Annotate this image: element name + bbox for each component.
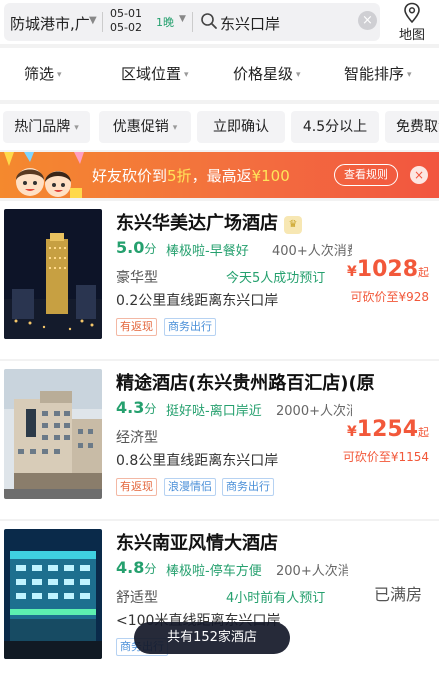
hot-brands-label: 热门品牌 xyxy=(14,119,71,135)
filter-button[interactable]: 筛选 ▾ xyxy=(24,63,62,84)
smart-sort-label: 智能排序 xyxy=(344,65,405,83)
chevron-down-icon: ▼ xyxy=(89,15,97,26)
business-trip-tag: 商务出行 xyxy=(222,478,274,496)
search-input[interactable]: 东兴口岸 xyxy=(220,13,280,34)
hotel-card[interactable]: 精途酒店(东兴贵州路百汇店)(原 4.3分 挺好哒-离口岸近 2000+人次消费… xyxy=(0,361,439,519)
sold-out-status: 已满房 xyxy=(374,585,423,604)
close-icon[interactable]: × xyxy=(410,166,428,184)
promotions-tag[interactable]: 优惠促销 ▾ xyxy=(99,111,191,143)
search-bar: 防城港市,广 ▼ 05-01 05-02 1晚 ▼ 东兴口岸 × 地图 xyxy=(0,0,439,44)
area-location-button[interactable]: 区域位置 ▾ xyxy=(121,63,189,84)
chevron-down-icon: ▾ xyxy=(74,123,79,133)
hotel-score: 5.0分 xyxy=(116,238,157,257)
hotel-count-pill: 共有152家酒店 xyxy=(134,622,290,654)
hotel-name: 东兴南亚风情大酒店 xyxy=(116,533,278,554)
banner-text: 好友砍价到5折，最高返¥100 xyxy=(92,167,290,185)
divider xyxy=(102,12,103,32)
map-label: 地图 xyxy=(398,28,425,43)
chevron-down-icon: ▾ xyxy=(407,70,412,80)
chevron-down-icon: ▾ xyxy=(296,70,301,80)
hotel-price: ¥1254起 xyxy=(347,417,429,442)
hotel-type: 经济型 xyxy=(116,430,158,446)
free-cancel-tag[interactable]: 免费取消 xyxy=(385,111,439,143)
crown-icon: ♛ xyxy=(284,216,302,234)
nights-count: 1晚 xyxy=(156,16,174,29)
promo-banner[interactable]: 好友砍价到5折，最高返¥100 查看规则 × xyxy=(0,152,439,198)
banner-discount: 5折 xyxy=(167,167,192,185)
hotel-score: 4.8分 xyxy=(116,558,157,577)
booking-activity: 今天5人成功预订 xyxy=(226,271,326,286)
map-button[interactable]: 地图 xyxy=(385,0,439,44)
filter-label: 筛选 xyxy=(24,65,55,83)
hotel-card[interactable]: 东兴华美达广场酒店 ♛ 5.0分 棒极啦-早餐好 400+人次消费 豪华型 今天5… xyxy=(0,201,439,359)
city-selector[interactable]: 防城港市,广 xyxy=(10,13,98,34)
quick-filter-bar: 热门品牌▾ 优惠促销▾ 立即确认 4.5分以上 免费取消 xyxy=(0,104,439,150)
divider xyxy=(192,12,193,32)
cashback-tag: 有返现 xyxy=(116,318,157,336)
filter-bar: 筛选 ▾ 区域位置 ▾ 价格星级 ▾ 智能排序 ▾ xyxy=(0,48,439,100)
hotel-photo xyxy=(4,529,102,659)
review-summary: 棒极啦-停车方便 xyxy=(166,564,262,579)
banner-amount: ¥100 xyxy=(251,167,290,185)
date-selector[interactable]: 05-01 05-02 xyxy=(110,7,142,35)
bargain-price: 可砍价至¥1154 xyxy=(342,450,429,464)
bargain-price: 可砍价至¥928 xyxy=(350,290,429,304)
chevron-down-icon: ▾ xyxy=(172,123,178,133)
hotel-name: 东兴华美达广场酒店 ♛ xyxy=(116,209,439,235)
hotel-name: 精途酒店(东兴贵州路百汇店)(原 xyxy=(116,373,375,394)
clear-icon[interactable]: × xyxy=(358,11,377,30)
price-star-label: 价格星级 xyxy=(233,65,294,83)
checkout-date: 05-02 xyxy=(110,21,142,34)
review-count: 2000+人次消费 xyxy=(276,404,352,419)
review-summary: 棒极啦-早餐好 xyxy=(166,244,249,259)
business-trip-tag: 商务出行 xyxy=(164,318,216,336)
rating-above-4-5-tag[interactable]: 4.5分以上 xyxy=(291,111,379,143)
chevron-down-icon: ▼ xyxy=(179,14,186,24)
review-summary: 挺好哒-离口岸近 xyxy=(166,404,262,419)
hotel-type: 豪华型 xyxy=(116,270,158,286)
checkin-date: 05-01 xyxy=(110,7,142,20)
location-pin-icon xyxy=(404,2,420,24)
booking-activity: 4小时前有人预订 xyxy=(226,591,326,606)
search-box: 防城港市,广 ▼ 05-01 05-02 1晚 ▼ 东兴口岸 × xyxy=(4,3,380,41)
hotel-distance: 0.2公里直线距离东兴口岸 xyxy=(116,293,279,309)
cartoon-kids-illustration xyxy=(4,152,84,198)
instant-confirm-tag[interactable]: 立即确认 xyxy=(197,111,285,143)
price-star-button[interactable]: 价格星级 ▾ xyxy=(233,63,301,84)
romantic-couple-tag: 浪漫情侣 xyxy=(164,478,216,496)
chevron-down-icon: ▾ xyxy=(184,70,189,80)
hot-brands-tag[interactable]: 热门品牌 ▾ xyxy=(3,111,90,143)
hotel-type: 舒适型 xyxy=(116,590,158,606)
review-count: 200+人次消费 xyxy=(276,564,348,579)
hotel-distance: 0.8公里直线距离东兴口岸 xyxy=(116,453,279,469)
hotel-photo xyxy=(4,369,102,499)
promotions-label: 优惠促销 xyxy=(112,119,169,135)
review-count: 400+人次消费 xyxy=(272,244,352,259)
smart-sort-button[interactable]: 智能排序 ▾ xyxy=(344,63,412,84)
area-location-label: 区域位置 xyxy=(121,65,182,83)
hotel-price: ¥1028起 xyxy=(347,257,429,282)
hotel-score: 4.3分 xyxy=(116,398,157,417)
hotel-photo xyxy=(4,209,102,339)
view-rules-button[interactable]: 查看规则 xyxy=(334,164,398,186)
cashback-tag: 有返现 xyxy=(116,478,157,496)
search-icon xyxy=(201,13,217,29)
chevron-down-icon: ▾ xyxy=(57,70,62,80)
